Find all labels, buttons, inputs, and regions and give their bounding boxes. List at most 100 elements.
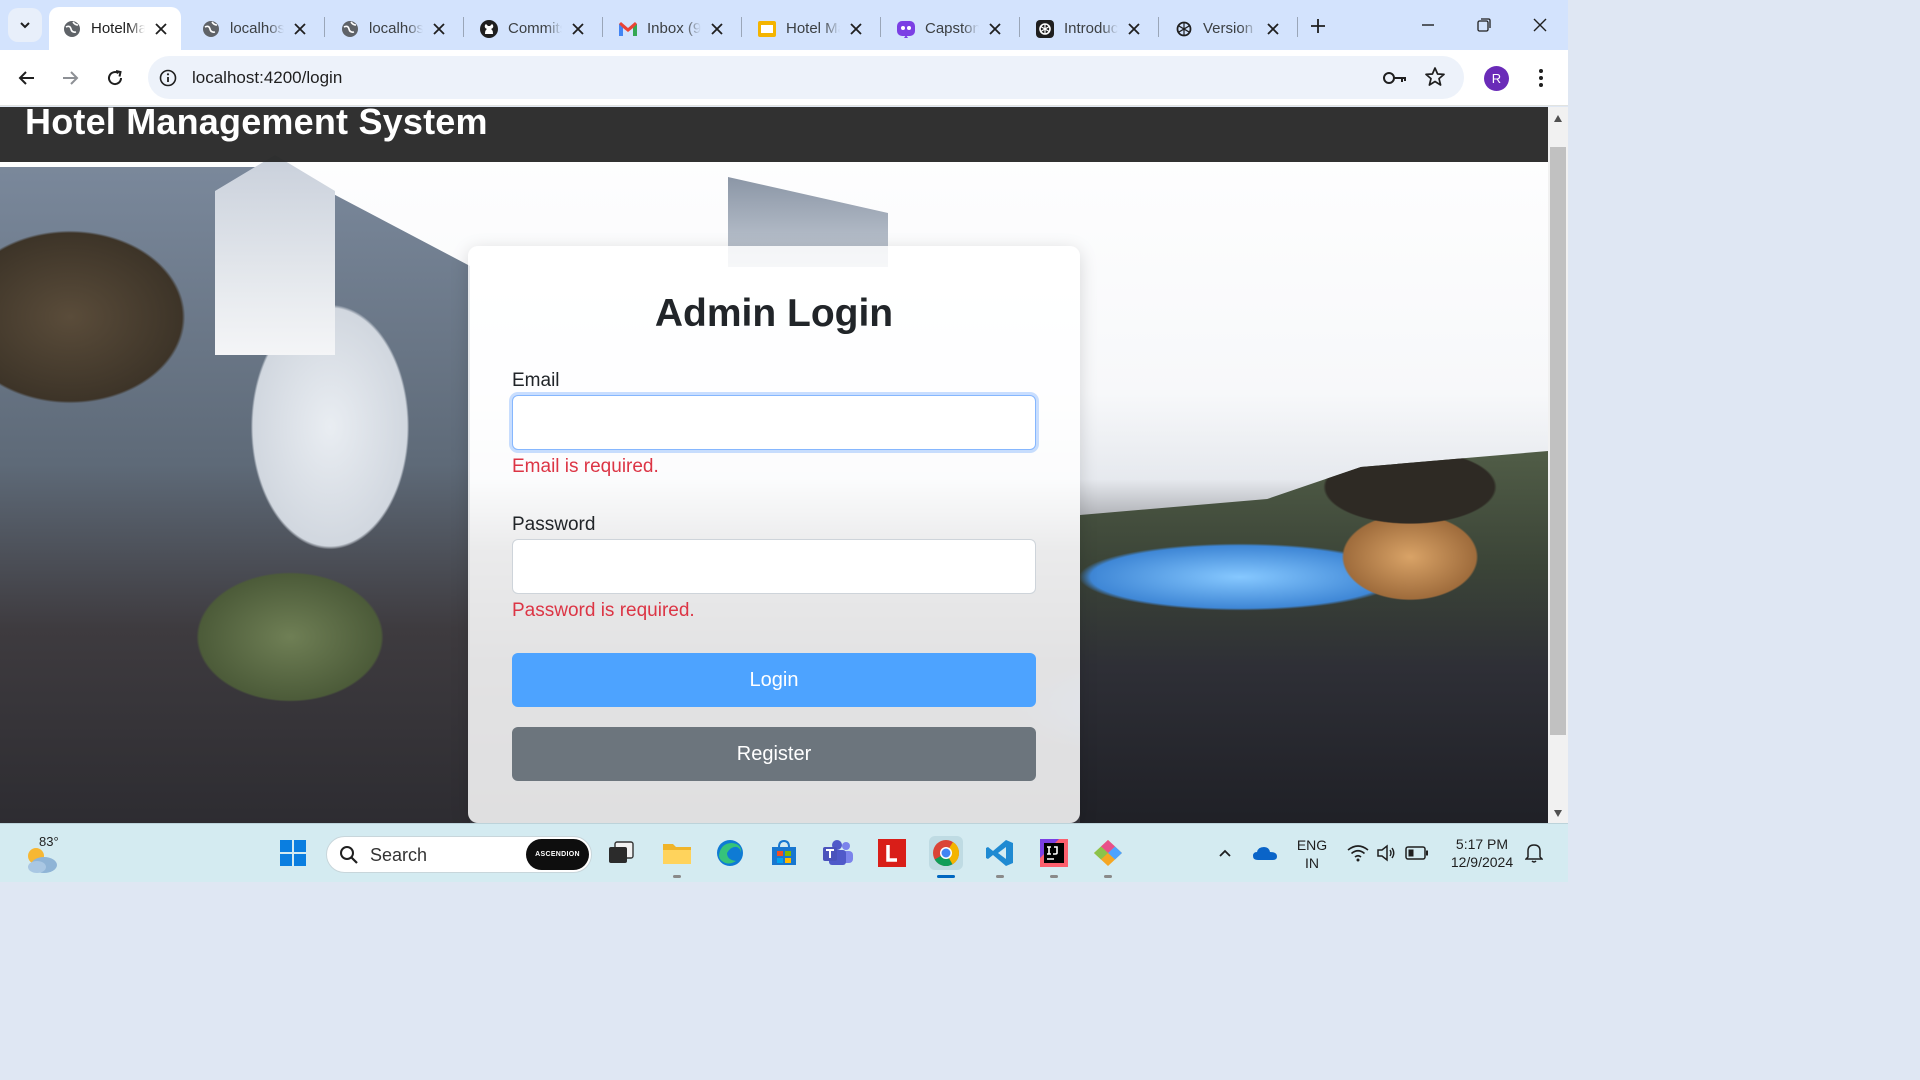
diamond-app-button[interactable] — [1091, 836, 1125, 878]
globe-icon — [201, 19, 221, 39]
task-view-button[interactable] — [604, 836, 638, 870]
password-field[interactable] — [512, 539, 1036, 594]
tab-close-icon[interactable] — [1124, 19, 1144, 39]
language-code: ENG — [1296, 837, 1328, 853]
browser-tab[interactable]: Version — [1161, 7, 1293, 50]
gmail-icon — [618, 19, 638, 39]
email-field[interactable] — [512, 395, 1036, 450]
tab-close-icon[interactable] — [985, 19, 1005, 39]
back-button[interactable] — [10, 61, 44, 95]
close-icon — [1533, 18, 1547, 32]
new-tab-button[interactable] — [1305, 13, 1331, 39]
task-view-icon — [609, 841, 634, 863]
login-button[interactable]: Login — [512, 653, 1036, 707]
background-photo — [215, 155, 335, 355]
language-indicator[interactable]: ENG IN — [1292, 836, 1332, 872]
tab-close-icon[interactable] — [846, 19, 866, 39]
volume-status[interactable] — [1373, 836, 1399, 870]
ascendion-badge[interactable]: ASCENDION — [526, 839, 589, 870]
tab-title: Version — [1203, 20, 1254, 37]
arrow-left-icon — [18, 71, 34, 85]
globe-icon — [62, 19, 82, 39]
start-button[interactable] — [276, 836, 310, 870]
intellij-button[interactable] — [1037, 836, 1071, 878]
tab-title: Capstone — [925, 20, 979, 37]
email-label: Email — [512, 370, 560, 391]
kebab-menu-icon — [1539, 69, 1543, 87]
app-title: Hotel Management System — [25, 107, 488, 142]
folder-icon — [663, 844, 691, 864]
password-key-icon[interactable] — [1382, 67, 1408, 89]
tab-close-icon[interactable] — [707, 19, 727, 39]
background-photo — [1080, 451, 1548, 823]
teams-icon — [823, 840, 853, 865]
tab-close-icon[interactable] — [290, 19, 310, 39]
running-indicator — [996, 875, 1004, 878]
profile-avatar[interactable]: R — [1484, 66, 1509, 91]
wifi-status[interactable] — [1345, 836, 1371, 870]
show-hidden-icons-button[interactable] — [1209, 836, 1241, 870]
forward-button[interactable] — [53, 61, 87, 95]
tab-close-icon[interactable] — [1263, 19, 1283, 39]
tab-separator — [463, 17, 464, 37]
browser-menu-button[interactable] — [1528, 64, 1554, 92]
battery-status[interactable] — [1403, 836, 1431, 870]
login-card: Admin Login Email Email is required. Pas… — [468, 246, 1080, 823]
browser-tab[interactable]: Hotel Management — [744, 7, 876, 50]
tab-search-button[interactable] — [8, 8, 42, 42]
taskbar-search-box[interactable]: Search ASCENDION — [326, 836, 592, 873]
speaker-icon — [1377, 844, 1395, 862]
tab-separator — [1019, 17, 1020, 37]
browser-tab[interactable]: localhost — [188, 7, 320, 50]
site-info-icon[interactable] — [157, 67, 179, 89]
browser-tab[interactable]: Capstone — [883, 7, 1015, 50]
page-viewport: Hotel Management System Admin Login Emai… — [0, 107, 1548, 823]
weather-widget[interactable]: 83° — [22, 832, 66, 876]
arrow-right-icon — [63, 71, 79, 85]
openai-icon — [1174, 19, 1194, 39]
file-explorer-button[interactable] — [660, 836, 694, 878]
notifications-button[interactable] — [1520, 836, 1548, 870]
page-scrollbar[interactable] — [1548, 107, 1568, 823]
tab-title: Inbox (9 — [647, 20, 701, 37]
scroll-up-arrow-icon[interactable] — [1554, 115, 1562, 122]
reload-button[interactable] — [98, 61, 132, 95]
tab-title: Commits — [508, 20, 562, 37]
tab-separator — [1158, 17, 1159, 37]
tab-close-icon[interactable] — [429, 19, 449, 39]
edge-icon — [717, 840, 743, 866]
browser-tab[interactable]: Introduction — [1022, 7, 1154, 50]
register-button[interactable]: Register — [512, 727, 1036, 781]
browser-tab[interactable]: localhost — [327, 7, 459, 50]
browser-tab[interactable]: HotelManagement — [49, 7, 181, 50]
microsoft-store-button[interactable] — [767, 836, 801, 870]
chrome-button[interactable] — [929, 836, 963, 878]
minimize-button[interactable] — [1400, 0, 1456, 50]
tab-separator — [324, 17, 325, 37]
l-app-button[interactable] — [875, 836, 909, 870]
onedrive-button[interactable] — [1249, 836, 1281, 870]
weather-temperature: 83° — [39, 834, 59, 849]
tab-close-icon[interactable] — [151, 19, 171, 39]
close-window-button[interactable] — [1512, 0, 1568, 50]
minimize-icon — [1422, 24, 1434, 26]
scroll-down-arrow-icon[interactable] — [1554, 810, 1562, 817]
url-text[interactable]: localhost:4200/login — [192, 56, 342, 99]
vscode-button[interactable] — [983, 836, 1017, 878]
scrollbar-thumb[interactable] — [1550, 147, 1566, 735]
restore-button[interactable] — [1456, 0, 1512, 50]
intellij-icon — [1040, 839, 1068, 867]
clock-time: 5:17 PM — [1455, 836, 1509, 852]
edge-browser-button[interactable] — [713, 836, 747, 870]
browser-tab[interactable]: Commits — [466, 7, 598, 50]
running-indicator — [1104, 875, 1112, 878]
teams-button[interactable] — [821, 836, 855, 870]
clock[interactable]: 5:17 PM 12/9/2024 — [1440, 835, 1524, 871]
wifi-icon — [1347, 845, 1369, 862]
l-app-icon — [878, 839, 906, 867]
chevron-down-icon — [20, 22, 30, 29]
bookmark-star-icon[interactable] — [1424, 66, 1446, 88]
browser-tab[interactable]: Inbox (9 — [605, 7, 737, 50]
tab-close-icon[interactable] — [568, 19, 588, 39]
address-bar[interactable]: localhost:4200/login — [148, 56, 1464, 99]
